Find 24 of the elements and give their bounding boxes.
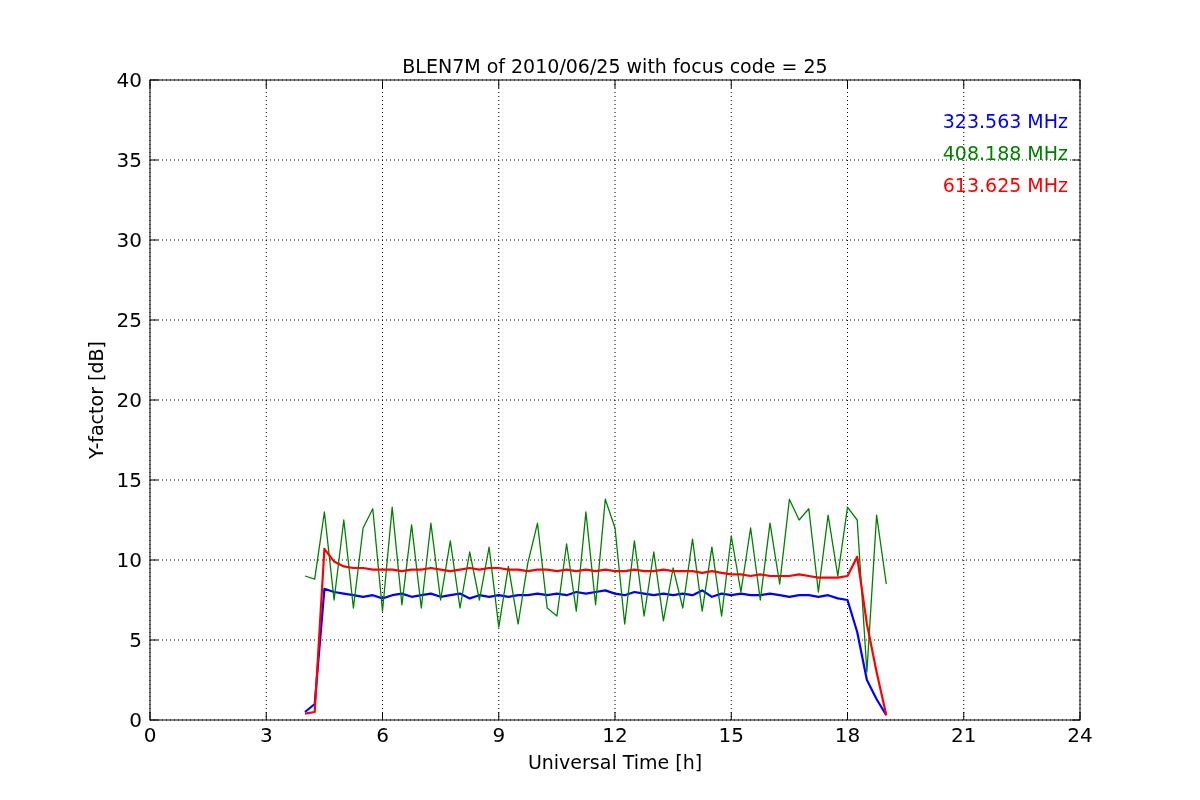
tick-label: 18 xyxy=(834,723,861,747)
tick-label: 35 xyxy=(116,148,142,172)
tick-label: 5 xyxy=(129,628,142,652)
tick-label: 15 xyxy=(116,468,142,492)
tick-label: 0 xyxy=(143,723,157,747)
tick-label: 15 xyxy=(718,723,744,747)
tick-label: 0 xyxy=(129,708,142,732)
tick-label: 20 xyxy=(116,388,142,412)
tick-label: 21 xyxy=(951,723,977,747)
chart-title: BLEN7M of 2010/06/25 with focus code = 25 xyxy=(402,55,828,77)
tick-label: 40 xyxy=(116,68,142,92)
tick-label: 24 xyxy=(1067,723,1093,747)
axis-label: Universal Time [h] xyxy=(527,751,703,773)
legend-label: 323.563 MHz xyxy=(942,110,1068,132)
axis-label: Y-factor [dB] xyxy=(85,341,107,459)
tick-label: 30 xyxy=(116,228,142,252)
legend-label: 613.625 MHz xyxy=(942,174,1068,196)
tick-label: 3 xyxy=(259,723,273,747)
tick-label: 10 xyxy=(116,548,142,572)
tick-label: 12 xyxy=(602,723,628,747)
tick-label: 9 xyxy=(492,723,506,747)
legend-label: 408.188 MHz xyxy=(942,142,1068,164)
tick-label: 25 xyxy=(116,308,142,332)
tick-label: 6 xyxy=(376,723,389,747)
